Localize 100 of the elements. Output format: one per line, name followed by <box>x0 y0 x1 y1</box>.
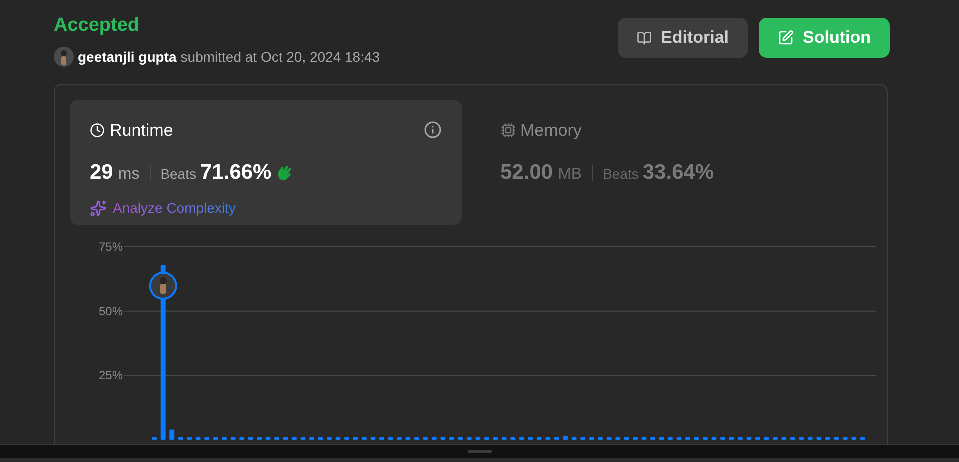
bar[interactable] <box>240 436 245 440</box>
bar[interactable] <box>650 436 656 440</box>
beats-label: Beats <box>160 165 196 184</box>
bar[interactable] <box>406 436 411 440</box>
bar[interactable] <box>676 436 682 440</box>
info-icon[interactable] <box>424 121 442 140</box>
bar[interactable] <box>370 436 376 440</box>
bar[interactable] <box>248 436 254 440</box>
drag-handle[interactable] <box>468 450 492 453</box>
bar[interactable] <box>170 429 175 440</box>
bar[interactable] <box>790 436 796 440</box>
clock-icon <box>90 122 105 138</box>
bar[interactable] <box>318 436 324 440</box>
bar[interactable] <box>432 436 437 440</box>
metric-unit: MB <box>558 165 582 185</box>
bar[interactable] <box>266 436 271 440</box>
bar[interactable] <box>659 436 664 440</box>
bar[interactable] <box>842 436 848 440</box>
bar[interactable] <box>274 436 280 440</box>
bar[interactable] <box>633 436 638 440</box>
bar[interactable] <box>362 436 367 440</box>
bar[interactable] <box>686 436 690 440</box>
bar[interactable] <box>396 436 402 440</box>
bar[interactable] <box>440 436 446 440</box>
user-avatar <box>54 47 74 67</box>
bar[interactable] <box>458 436 464 440</box>
bar[interactable] <box>712 436 717 440</box>
bar[interactable] <box>423 436 428 440</box>
bar[interactable] <box>799 436 804 440</box>
bar[interactable] <box>336 436 341 440</box>
bar[interactable] <box>852 436 857 440</box>
bar[interactable] <box>546 436 551 440</box>
bar[interactable] <box>519 436 524 440</box>
bar[interactable] <box>554 436 560 440</box>
axis-tick-label: 50% <box>98 304 123 318</box>
edit-icon <box>778 29 794 47</box>
bar[interactable] <box>825 436 830 440</box>
bar[interactable] <box>624 436 630 440</box>
submission-time: submitted at Oct 20, 2024 18:43 <box>180 48 380 66</box>
status-title: Accepted <box>54 14 141 38</box>
bar[interactable] <box>493 436 498 440</box>
axis-tick-label: 25% <box>98 368 123 382</box>
bar[interactable] <box>606 436 612 440</box>
bar[interactable] <box>484 436 490 440</box>
bar[interactable] <box>310 436 314 440</box>
bar[interactable] <box>755 436 760 440</box>
bar[interactable] <box>738 436 743 440</box>
bar[interactable] <box>729 436 734 440</box>
bar[interactable] <box>344 436 350 440</box>
bar[interactable] <box>580 436 586 440</box>
bar[interactable] <box>764 436 770 440</box>
bar[interactable] <box>230 436 236 440</box>
bar[interactable] <box>178 436 184 440</box>
metric-value: 29 <box>90 160 114 186</box>
bar[interactable] <box>528 436 534 440</box>
bar[interactable] <box>152 436 158 440</box>
bar[interactable] <box>327 436 332 440</box>
username[interactable]: geetanjli gupta <box>78 46 177 68</box>
bar[interactable] <box>257 436 262 440</box>
bar[interactable] <box>746 436 752 440</box>
bar[interactable] <box>536 436 542 440</box>
bar[interactable] <box>563 436 568 440</box>
bar[interactable] <box>668 436 673 440</box>
bar[interactable] <box>476 436 481 440</box>
bar[interactable] <box>379 436 384 440</box>
metric-panel[interactable]: Runtime 29 ms Beats 71.66% Analyze Complexity <box>70 100 462 224</box>
bar[interactable] <box>816 436 822 440</box>
bar[interactable] <box>589 436 594 440</box>
metric-title: Memory <box>520 120 582 142</box>
bar[interactable] <box>834 436 840 440</box>
bar[interactable] <box>572 436 577 440</box>
bar[interactable] <box>860 436 866 440</box>
bar[interactable] <box>772 436 778 440</box>
bar[interactable] <box>694 436 700 440</box>
bar[interactable] <box>502 436 507 440</box>
bar[interactable] <box>414 436 420 440</box>
bar[interactable] <box>196 436 201 440</box>
bar[interactable] <box>300 436 306 440</box>
bar[interactable] <box>187 436 192 440</box>
bar[interactable] <box>510 436 516 440</box>
bar[interactable] <box>213 436 218 440</box>
bar[interactable] <box>782 436 787 440</box>
bar[interactable] <box>292 436 297 440</box>
bar[interactable] <box>466 436 472 440</box>
bar[interactable] <box>598 436 604 440</box>
bar[interactable] <box>616 436 621 440</box>
bar[interactable] <box>642 436 647 440</box>
bar[interactable] <box>808 436 813 440</box>
bar[interactable] <box>703 436 708 440</box>
sparkle-icon <box>90 200 107 216</box>
metric-panel[interactable]: Memory 52.00 MB Beats 33.64% <box>480 100 872 224</box>
bar[interactable] <box>204 436 210 440</box>
editorial-button[interactable]: Editorial <box>618 18 748 58</box>
bar[interactable] <box>388 436 394 440</box>
bar[interactable] <box>222 436 228 440</box>
bar[interactable] <box>720 436 726 440</box>
bar[interactable] <box>353 436 358 440</box>
bar[interactable] <box>283 436 288 440</box>
bar[interactable] <box>449 436 454 440</box>
user-avatar-marker <box>149 272 178 300</box>
